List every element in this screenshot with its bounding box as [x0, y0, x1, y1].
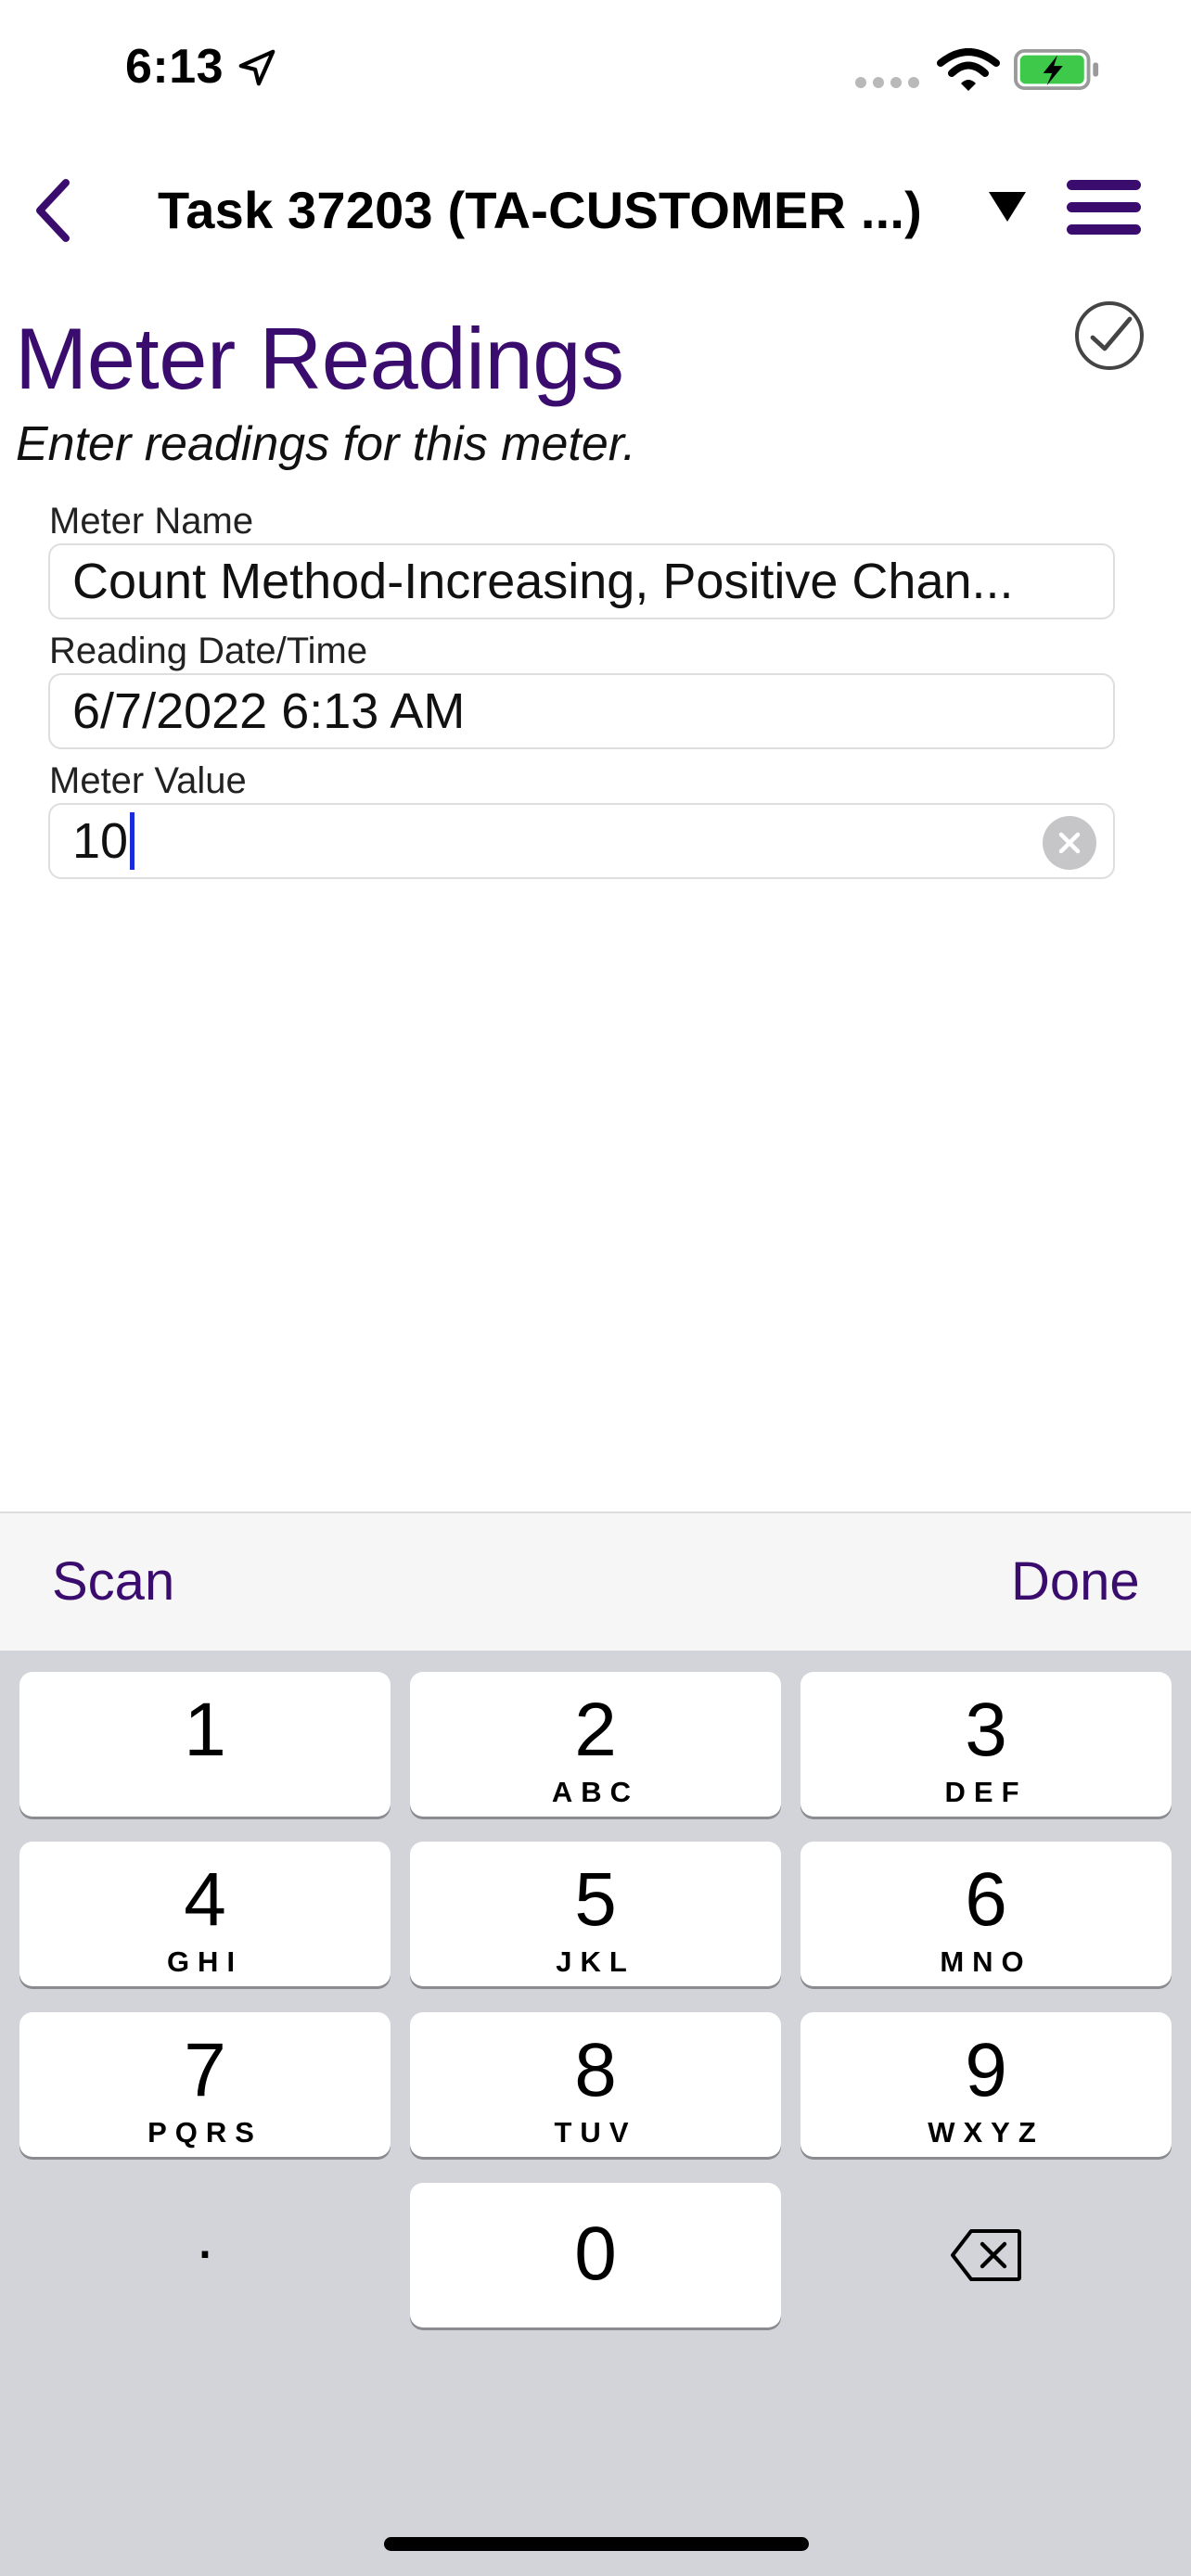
clear-text-icon[interactable] — [1043, 816, 1096, 870]
cellular-signal-icon — [855, 76, 926, 93]
key-6[interactable]: 6 MNO — [800, 1842, 1172, 1986]
key-9[interactable]: 9 WXYZ — [800, 2012, 1172, 2157]
caret-down-icon[interactable] — [985, 187, 1030, 226]
battery-charging-icon — [1014, 48, 1099, 91]
x-icon — [1058, 832, 1081, 854]
checkmark-circle-icon[interactable] — [1072, 299, 1146, 373]
meter-name-label: Meter Name — [49, 501, 254, 542]
key-3[interactable]: 3 DEF — [800, 1672, 1172, 1817]
reading-datetime-value: 6/7/2022 6:13 AM — [72, 683, 466, 739]
key-0[interactable]: 0 — [410, 2183, 781, 2327]
text-cursor — [130, 812, 135, 870]
reading-datetime-label: Reading Date/Time — [49, 631, 368, 671]
back-button[interactable] — [20, 169, 85, 252]
key-5[interactable]: 5 JKL — [410, 1842, 781, 1986]
home-indicator — [384, 2537, 809, 2551]
meter-name-field[interactable]: Count Method-Increasing, Positive Chan..… — [48, 543, 1115, 619]
meter-value-input[interactable]: 10 — [48, 803, 1115, 879]
done-button[interactable]: Done — [1011, 1550, 1140, 1613]
key-1[interactable]: 1 — [19, 1672, 391, 1817]
meter-value-text: 10 — [72, 813, 129, 869]
key-2[interactable]: 2 ABC — [410, 1672, 781, 1817]
delete-key[interactable] — [800, 2183, 1172, 2327]
status-time: 6:13 — [125, 40, 224, 94]
chevron-left-icon — [36, 179, 70, 242]
backspace-icon — [951, 2229, 1021, 2281]
task-title[interactable]: Task 37203 (TA-CUSTOMER ...) — [158, 180, 922, 240]
meter-name-value: Count Method-Increasing, Positive Chan..… — [72, 554, 1014, 609]
key-8[interactable]: 8 TUV — [410, 2012, 781, 2157]
hamburger-menu-icon[interactable] — [1067, 180, 1141, 237]
meter-value-label: Meter Value — [49, 760, 247, 801]
key-decimal[interactable]: . — [19, 2183, 391, 2327]
page-subtitle: Enter readings for this meter. — [16, 417, 636, 471]
location-arrow-icon — [238, 49, 275, 86]
scan-button[interactable]: Scan — [52, 1550, 174, 1613]
key-4[interactable]: 4 GHI — [19, 1842, 391, 1986]
page-title: Meter Readings — [15, 310, 624, 407]
key-7[interactable]: 7 PQRS — [19, 2012, 391, 2157]
reading-datetime-field[interactable]: 6/7/2022 6:13 AM — [48, 673, 1115, 749]
wifi-icon — [937, 48, 1000, 91]
